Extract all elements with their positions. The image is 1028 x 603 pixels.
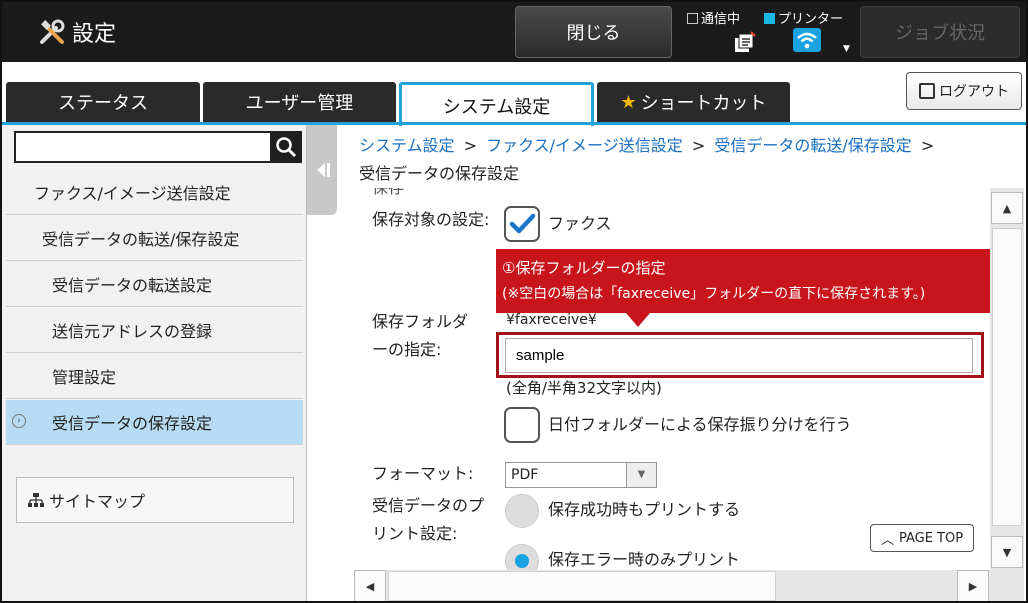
logout-label: ログアウト bbox=[939, 84, 1009, 100]
sidebar-item-received-forward-save[interactable]: 受信データの転送/保存設定 bbox=[6, 216, 303, 261]
breadcrumb-link-fax[interactable]: ファクス/イメージ送信設定 bbox=[486, 136, 683, 155]
tools-icon bbox=[40, 19, 65, 44]
callout-title: ①保存フォルダーの指定 bbox=[502, 259, 666, 277]
sidebar-item-received-forward[interactable]: 受信データの転送設定 bbox=[6, 262, 303, 307]
tab-system-settings[interactable]: システム設定 bbox=[399, 82, 594, 126]
job-status-button[interactable]: ジョブ状況 bbox=[860, 6, 1020, 58]
date-folder-checkbox[interactable] bbox=[504, 407, 540, 443]
page-top-button[interactable]: ︿ PAGE TOP bbox=[870, 524, 974, 552]
tab-bar: ステータス ユーザー管理 システム設定 ★ ショートカット ログアウト bbox=[2, 62, 1026, 126]
tab-shortcut[interactable]: ★ ショートカット bbox=[597, 82, 790, 122]
device-status: 通信中 プリンター ▼ bbox=[687, 6, 857, 58]
page-title: 設定 bbox=[38, 16, 116, 48]
status-dropdown-icon[interactable]: ▼ bbox=[843, 44, 850, 54]
sitemap-label: サイトマップ bbox=[49, 492, 146, 511]
star-icon: ★ bbox=[620, 91, 637, 113]
print-error-radio[interactable] bbox=[505, 544, 539, 570]
fax-checkbox[interactable] bbox=[504, 206, 540, 242]
wifi-icon[interactable] bbox=[793, 28, 821, 52]
vertical-scroll-thumb[interactable] bbox=[992, 228, 1022, 526]
radio-selected-dot bbox=[515, 554, 529, 568]
breadcrumb: システム設定 > ファクス/イメージ送信設定 > 受信データの転送/保存設定 >… bbox=[359, 132, 999, 188]
sitemap-button[interactable]: サイトマップ bbox=[16, 477, 294, 523]
sidebar-search[interactable] bbox=[14, 131, 302, 163]
callout-annotation: ①保存フォルダーの指定 (※空白の場合は「faxreceive」フォルダーの直下… bbox=[496, 249, 992, 313]
sidebar-item-fax-image-send[interactable]: ファクス/イメージ送信設定 bbox=[6, 170, 303, 215]
sidebar-item-received-save[interactable]: › 受信データの保存設定 bbox=[6, 400, 303, 445]
breadcrumb-separator: > bbox=[691, 136, 706, 155]
logout-icon bbox=[919, 83, 935, 99]
settings-content: 保存 保存対象の設定: ファクス 保存フォルダーの指定: ¥faxreceive… bbox=[354, 188, 990, 570]
breadcrumb-link-forward[interactable]: 受信データの転送/保存設定 bbox=[714, 136, 911, 155]
checkmark-icon bbox=[509, 213, 536, 234]
settings-window: 設定 閉じる 通信中 プリンター ▼ ジョブ状況 ステータス ユーザー管理 シス… bbox=[0, 0, 1028, 603]
comm-label: 通信中 bbox=[701, 12, 741, 27]
callout-pointer bbox=[626, 313, 650, 327]
print-label: 受信データのプリント設定: bbox=[372, 496, 485, 543]
target-label: 保存対象の設定: bbox=[372, 210, 490, 229]
status-communicating: 通信中 bbox=[687, 8, 740, 27]
printer-label: プリンター bbox=[778, 12, 844, 27]
folder-input[interactable] bbox=[505, 338, 973, 373]
scroll-right-button[interactable]: ▶ bbox=[957, 570, 989, 601]
tab-shortcut-label: ショートカット bbox=[640, 93, 767, 114]
search-icon bbox=[276, 137, 297, 158]
collapse-sidebar-button[interactable] bbox=[307, 125, 337, 215]
printer-indicator-icon bbox=[764, 13, 775, 24]
horizontal-scrollbar[interactable]: ◀ ▶ bbox=[354, 570, 990, 601]
format-value: PDF bbox=[511, 467, 539, 483]
callout-note: (※空白の場合は「faxreceive」フォルダーの直下に保存されます。) bbox=[502, 286, 926, 302]
folder-label: 保存フォルダーの指定: bbox=[372, 312, 469, 359]
document-stack-icon bbox=[735, 31, 756, 52]
sidebar-item-management[interactable]: 管理設定 bbox=[6, 354, 303, 399]
chevron-up-icon: ︿ bbox=[880, 532, 894, 548]
current-item-icon: › bbox=[12, 414, 26, 428]
scroll-up-button[interactable]: ▲ bbox=[991, 192, 1023, 224]
vertical-scrollbar[interactable]: ▲ ▼ bbox=[990, 188, 1024, 570]
scroll-left-button[interactable]: ◀ bbox=[354, 570, 386, 601]
logout-button[interactable]: ログアウト bbox=[906, 72, 1022, 110]
folder-hint: (全角/半角32文字以内) bbox=[506, 379, 662, 397]
sidebar: ファクス/イメージ送信設定 受信データの転送/保存設定 受信データの転送設定 送… bbox=[2, 125, 307, 601]
folder-prefix: ¥faxreceive¥ bbox=[506, 312, 597, 328]
breadcrumb-link-system[interactable]: システム設定 bbox=[359, 136, 455, 155]
print-success-radio[interactable] bbox=[505, 494, 539, 528]
breadcrumb-separator: > bbox=[463, 136, 478, 155]
format-label: フォーマット: bbox=[372, 464, 474, 483]
status-printer: プリンター bbox=[764, 8, 843, 27]
format-select[interactable]: PDF ▼ bbox=[505, 462, 657, 488]
breadcrumb-current: 受信データの保存設定 bbox=[359, 164, 520, 183]
page-top-label: PAGE TOP bbox=[898, 530, 964, 546]
tab-status[interactable]: ステータス bbox=[6, 82, 200, 122]
breadcrumb-separator: > bbox=[920, 136, 935, 155]
title-text: 設定 bbox=[72, 22, 117, 47]
print-success-label: 保存成功時もプリントする bbox=[548, 500, 741, 519]
comm-indicator-icon bbox=[687, 13, 698, 24]
sidebar-item-label: 受信データの保存設定 bbox=[52, 414, 213, 433]
scroll-corner bbox=[990, 570, 1024, 601]
horizontal-scroll-thumb[interactable] bbox=[388, 571, 776, 601]
scroll-down-button[interactable]: ▼ bbox=[991, 536, 1023, 568]
date-folder-label: 日付フォルダーによる保存振り分けを行う bbox=[548, 415, 852, 434]
sitemap-icon bbox=[28, 493, 44, 507]
top-bar: 設定 閉じる 通信中 プリンター ▼ ジョブ状況 bbox=[2, 2, 1026, 62]
collapse-arrow-icon bbox=[317, 163, 330, 177]
close-button[interactable]: 閉じる bbox=[515, 6, 672, 58]
tab-user-management[interactable]: ユーザー管理 bbox=[203, 82, 396, 122]
sidebar-item-sender-address[interactable]: 送信元アドレスの登録 bbox=[6, 308, 303, 353]
print-error-label: 保存エラー時のみプリント bbox=[548, 550, 741, 569]
fax-option-label: ファクス bbox=[548, 214, 612, 233]
partial-heading: 保存 bbox=[372, 188, 404, 202]
chevron-down-icon: ▼ bbox=[626, 463, 656, 487]
search-input[interactable] bbox=[16, 133, 266, 161]
search-button[interactable] bbox=[270, 131, 302, 163]
